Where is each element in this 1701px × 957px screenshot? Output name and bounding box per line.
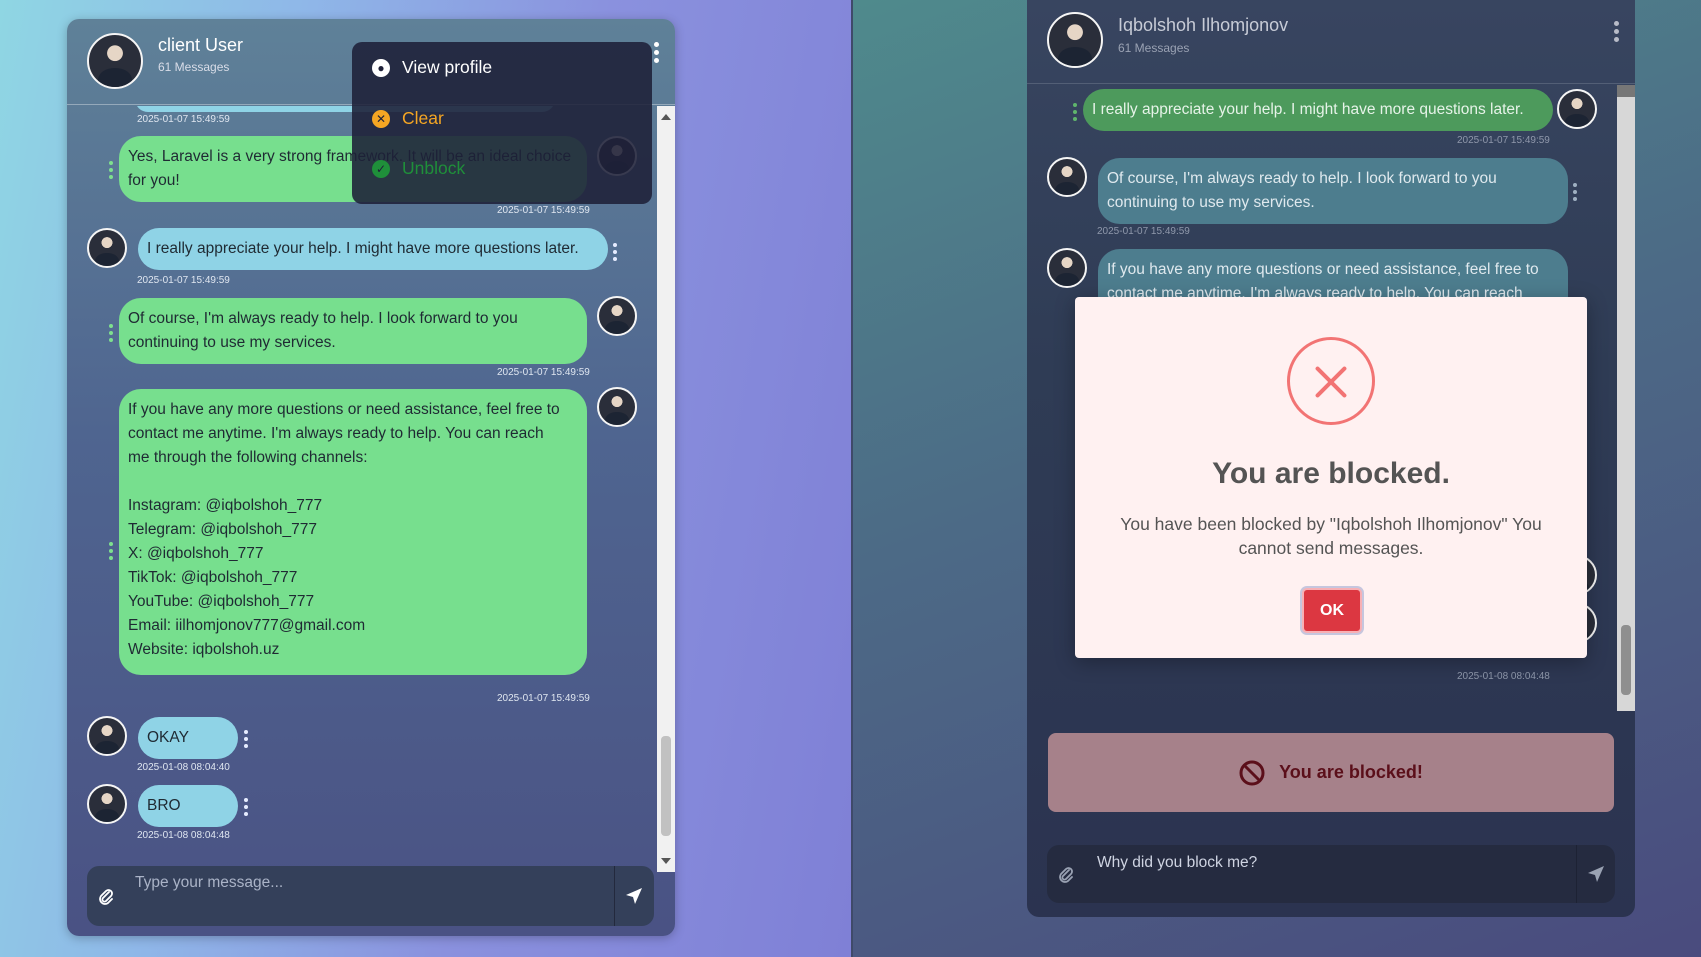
x-circle-icon: ✕ [372, 109, 390, 128]
paperclip-icon[interactable] [1055, 862, 1077, 886]
message-timestamp: 2025-01-07 15:49:59 [137, 275, 230, 286]
message-menu-icon[interactable] [108, 161, 114, 179]
menu-item-clear[interactable]: ✕ Clear [372, 108, 444, 129]
avatar[interactable] [597, 296, 637, 336]
blocked-banner: You are blocked! [1048, 733, 1614, 812]
message-count: 61 Messages [1118, 41, 1190, 55]
ban-icon [1239, 760, 1265, 785]
avatar[interactable] [1047, 157, 1087, 197]
scrollbar[interactable] [657, 106, 675, 872]
message-line: TikTok: @iqbolshoh_777 [128, 569, 298, 586]
scrollbar-thumb[interactable] [661, 736, 671, 836]
avatar[interactable] [1047, 248, 1087, 288]
message-line: contact me anytime. I'm always ready to … [128, 425, 544, 442]
list-item: If you have any more questions or need a… [119, 389, 587, 675]
send-icon[interactable] [1581, 862, 1611, 886]
paperclip-icon[interactable] [95, 884, 117, 908]
message-input[interactable]: Why did you block me? [1083, 845, 1577, 903]
message-timestamp: 2025-01-08 08:04:48 [1457, 671, 1550, 682]
message-timestamp: 2025-01-07 15:49:59 [1097, 226, 1190, 237]
list-item: BRO [138, 785, 238, 827]
message-timestamp: 2025-01-07 15:49:59 [137, 114, 230, 125]
header-menu-icon[interactable] [1613, 21, 1619, 42]
contact-name: client User [158, 35, 244, 55]
scroll-down-arrow[interactable] [1617, 91, 1635, 97]
message-menu-icon[interactable] [108, 324, 114, 342]
composer: Why did you block me? [1047, 845, 1615, 903]
message-timestamp: 2025-01-07 15:49:59 [497, 205, 590, 216]
error-x-icon [1287, 337, 1375, 425]
message-line: YouTube: @iqbolshoh_777 [128, 593, 315, 610]
message-list: 2025-01-07 15:49:59 Yes, Laravel is a ve… [67, 106, 657, 872]
header-dropdown-menu: ● View profile ✕ Clear ✓ Unblock [352, 42, 652, 204]
message-timestamp: 2025-01-07 15:49:59 [497, 693, 590, 704]
message-timestamp: 2025-01-07 15:49:59 [1457, 135, 1550, 146]
chat-header: Iqbolshoh Ilhomjonov 61 Messages [1027, 0, 1635, 84]
menu-item-label: Unblock [402, 158, 466, 178]
contact-name: Iqbolshoh Ilhomjonov [1118, 15, 1289, 35]
avatar[interactable] [1557, 89, 1597, 129]
message-line [128, 470, 578, 494]
list-item: I really appreciate your help. I might h… [138, 228, 608, 270]
message-line: Website: iqbolshoh.uz [128, 641, 280, 658]
message-line: Email: iilhomjonov777@gmail.com [128, 617, 366, 634]
avatar[interactable] [87, 33, 143, 89]
blocked-modal: You are blocked. You have been blocked b… [1075, 297, 1587, 658]
user-circle-icon: ● [372, 58, 390, 77]
message-timestamp: 2025-01-08 08:04:48 [137, 830, 230, 841]
message-count: 61 Messages [158, 60, 230, 74]
modal-title: You are blocked. [1212, 457, 1450, 490]
menu-item-label: View profile [402, 57, 493, 77]
blocked-banner-text: You are blocked! [1279, 762, 1423, 782]
avatar[interactable] [1047, 12, 1103, 68]
avatar[interactable] [597, 387, 637, 427]
list-item: Of course, I'm always ready to help. I l… [119, 298, 587, 364]
message-line: Instagram: @iqbolshoh_777 [128, 497, 323, 514]
scrollbar[interactable] [1617, 85, 1635, 711]
scrollbar-thumb[interactable] [1621, 625, 1631, 695]
message-menu-icon[interactable] [612, 243, 618, 261]
avatar[interactable] [87, 784, 127, 824]
ok-button[interactable]: OK [1302, 588, 1362, 633]
send-icon[interactable] [619, 884, 649, 908]
menu-item-label: Clear [402, 108, 444, 128]
avatar[interactable] [87, 228, 127, 268]
list-item: I really appreciate your help. I might h… [1083, 89, 1553, 131]
message-input[interactable] [121, 866, 615, 926]
scroll-down-arrow[interactable] [661, 858, 671, 864]
modal-text: You have been blocked by "Iqbolshoh Ilho… [1120, 514, 1542, 558]
list-item: Of course, I'm always ready to help. I l… [1098, 158, 1568, 224]
list-item: OKAY [138, 717, 238, 759]
message-timestamp: 2025-01-08 08:04:40 [137, 762, 230, 773]
scroll-up-arrow[interactable] [661, 114, 671, 120]
header-menu-icon[interactable] [653, 42, 659, 63]
message-line: If you have any more questions or need a… [128, 401, 560, 418]
message-line: Telegram: @iqbolshoh_777 [128, 521, 317, 538]
message-menu-icon[interactable] [1072, 103, 1078, 121]
message-line: me through the following channels: [128, 449, 368, 466]
message-menu-icon[interactable] [1572, 183, 1578, 201]
message-line: X: @iqbolshoh_777 [128, 545, 264, 562]
message-menu-icon[interactable] [243, 798, 249, 816]
message-menu-icon[interactable] [243, 730, 249, 748]
avatar[interactable] [87, 716, 127, 756]
menu-item-unblock[interactable]: ✓ Unblock [372, 158, 465, 179]
composer [87, 866, 654, 926]
check-circle-icon: ✓ [372, 159, 390, 178]
message-menu-icon[interactable] [108, 542, 114, 560]
menu-item-view-profile[interactable]: ● View profile [372, 57, 492, 78]
message-timestamp: 2025-01-07 15:49:59 [497, 367, 590, 378]
